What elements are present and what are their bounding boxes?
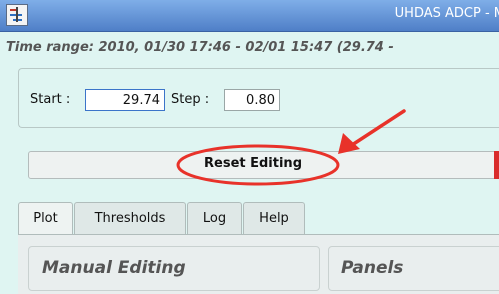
tab-help[interactable]: Help: [243, 202, 305, 234]
annotation-ellipse: [176, 144, 340, 186]
manual-editing-title: Manual Editing: [42, 258, 186, 278]
panels-title: Panels: [341, 258, 404, 278]
annotation-arrow-shaft: [350, 109, 406, 147]
tab-plot[interactable]: Plot: [18, 202, 73, 235]
tab-log[interactable]: Log: [187, 202, 242, 234]
tab-thresholds[interactable]: Thresholds: [74, 202, 186, 234]
